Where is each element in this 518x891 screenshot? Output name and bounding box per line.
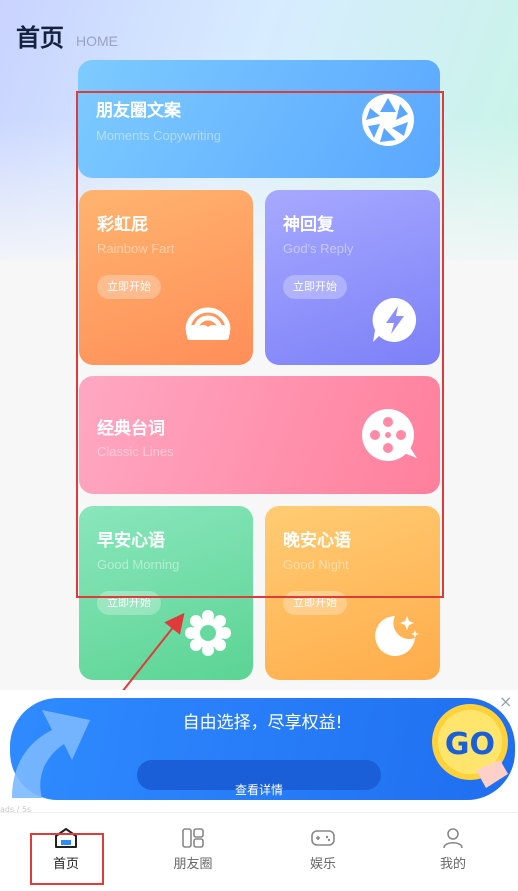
moments-icon	[182, 828, 204, 848]
tab-label: 朋友圈	[173, 857, 213, 872]
tab-me[interactable]: 我的	[413, 827, 493, 872]
gamepad-icon	[311, 830, 335, 846]
tab-moments[interactable]: 朋友圈	[153, 827, 233, 872]
bottom-tab-bar: 首页 朋友圈 娱乐 我的	[0, 812, 518, 891]
person-icon	[443, 828, 463, 849]
go-badge-text: GO	[445, 727, 495, 762]
tab-label: 娱乐	[309, 857, 336, 872]
arrow-decoration-icon	[12, 710, 90, 798]
banner-detail-button[interactable]: 查看详情	[137, 760, 381, 797]
tab-label: 首页	[52, 857, 79, 872]
close-icon[interactable]: ×	[499, 692, 512, 711]
go-badge-icon: GO	[432, 704, 508, 788]
home-icon	[55, 828, 77, 848]
tab-home[interactable]: 首页	[26, 827, 106, 872]
tab-entertainment[interactable]: 娱乐	[283, 827, 363, 872]
tab-label: 我的	[439, 857, 466, 872]
